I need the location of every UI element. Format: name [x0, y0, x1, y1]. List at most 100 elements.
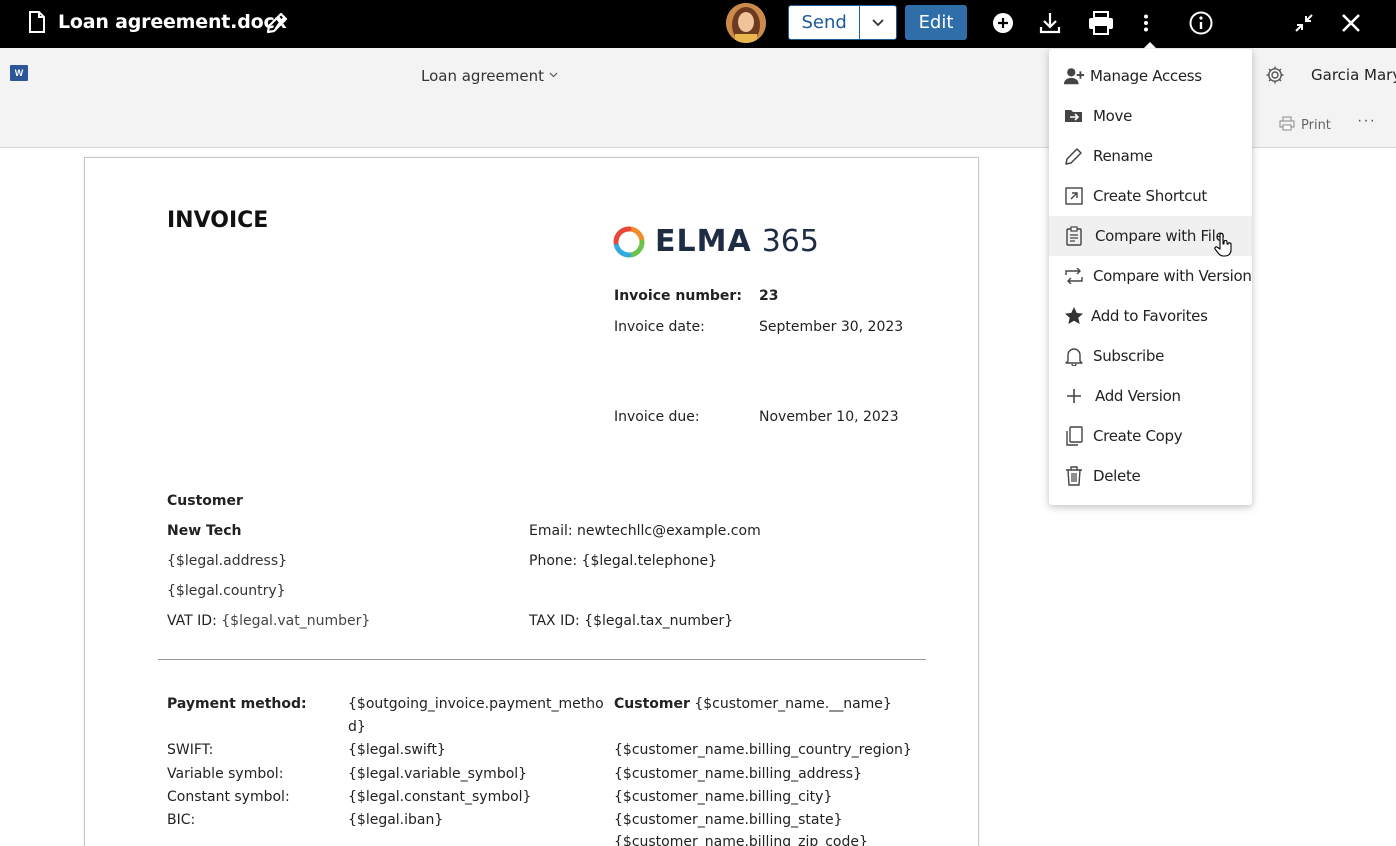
download-icon[interactable]: [1036, 9, 1064, 37]
invoice-date-label: Invoice date:: [614, 319, 705, 335]
menu-item-label: Add to Favorites: [1091, 307, 1208, 325]
menu-item-label: Manage Access: [1090, 67, 1202, 85]
gear-icon[interactable]: [1265, 65, 1285, 90]
variable-symbol-label: Variable symbol:: [167, 766, 284, 782]
billing-state: {$customer_name.billing_state}: [614, 812, 843, 828]
menu-item-compare-with-version[interactable]: Compare with Version: [1049, 256, 1252, 296]
menu-item-label: Compare with Version: [1093, 267, 1252, 285]
billing-city: {$customer_name.billing_city}: [614, 789, 833, 805]
plus-icon: [1063, 386, 1085, 406]
billing-zip: {$customer_name.billing_zip_code}: [614, 834, 868, 846]
menu-item-move[interactable]: Move: [1049, 96, 1252, 136]
pencil-icon: [1063, 146, 1085, 166]
invoice-date-value: September 30, 2023: [759, 319, 904, 335]
print-label: Print: [1301, 118, 1331, 133]
add-circle-icon[interactable]: [989, 9, 1017, 37]
payment-method-value-line2: d}: [348, 719, 366, 735]
bell-icon: [1063, 346, 1085, 366]
collapse-icon[interactable]: [1290, 9, 1318, 37]
menu-item-create-copy[interactable]: Create Copy: [1049, 416, 1252, 456]
menu-item-label: Rename: [1093, 147, 1153, 165]
print-button[interactable]: Print: [1279, 116, 1331, 135]
menu-item-create-shortcut[interactable]: Create Shortcut: [1049, 176, 1252, 216]
invoice-due-label: Invoice due:: [614, 409, 700, 425]
chevron-down-icon: [549, 67, 558, 85]
file-title: Loan agreement.docx: [58, 11, 287, 33]
invoice-number-value: 23: [759, 288, 779, 304]
word-logo-icon: W: [10, 65, 28, 81]
document-icon: [28, 11, 46, 38]
bic-label: BIC:: [167, 812, 196, 828]
menu-item-rename[interactable]: Rename: [1049, 136, 1252, 176]
rename-pencil-icon[interactable]: [264, 10, 290, 41]
document-name-label: Loan agreement: [421, 67, 544, 85]
menu-item-add-to-favorites[interactable]: Add to Favorites: [1049, 296, 1252, 336]
customer-tax-id: TAX ID: {$legal.tax_number}: [529, 613, 734, 629]
send-button-group: Send: [788, 5, 897, 40]
menu-item-label: Create Shortcut: [1093, 187, 1207, 205]
compare-arrows-icon: [1063, 266, 1085, 286]
menu-item-subscribe[interactable]: Subscribe: [1049, 336, 1252, 376]
menu-item-label: Compare with File: [1095, 227, 1225, 245]
more-options-button[interactable]: ···: [1357, 112, 1376, 130]
info-icon[interactable]: [1187, 9, 1215, 37]
payment-method-value-line1: {$outgoing_invoice.payment_metho: [348, 696, 604, 712]
elma-logo: ELMA 365: [613, 224, 819, 259]
menu-item-label: Create Copy: [1093, 427, 1183, 445]
billing-country: {$customer_name.billing_country_region}: [614, 742, 912, 758]
send-dropdown-button[interactable]: [860, 6, 896, 39]
close-icon[interactable]: [1337, 9, 1365, 37]
vat-value: {$legal.vat_number}: [221, 613, 371, 629]
hand-cursor-icon: [1214, 233, 1232, 262]
vat-label: VAT ID:: [167, 613, 217, 629]
customer-heading: Customer: [167, 493, 243, 509]
customer-address: {$legal.address}: [167, 553, 288, 569]
billing-customer-value: {$customer_name.__name}: [694, 696, 892, 712]
clipboard-icon: [1063, 226, 1085, 246]
billing-address: {$customer_name.billing_address}: [614, 766, 863, 782]
move-folder-icon: [1063, 106, 1085, 126]
copy-icon: [1063, 426, 1085, 446]
elma-logo-icon: [613, 226, 645, 257]
constant-symbol-label: Constant symbol:: [167, 789, 290, 805]
customer-name: New Tech: [167, 523, 242, 539]
menu-item-label: Add Version: [1095, 387, 1181, 405]
constant-symbol-value: {$legal.constant_symbol}: [348, 789, 532, 805]
top-bar: Loan agreement.docx Send Edit: [0, 0, 1396, 48]
send-button[interactable]: Send: [789, 6, 861, 39]
user-avatar[interactable]: [726, 3, 766, 43]
customer-country: {$legal.country}: [167, 583, 286, 599]
invoice-heading: INVOICE: [167, 208, 269, 233]
printer-icon: [1279, 116, 1295, 135]
invoice-number-label: Invoice number:: [614, 288, 742, 304]
customer-phone: Phone: {$legal.telephone}: [529, 553, 717, 569]
menu-item-delete[interactable]: Delete: [1049, 456, 1252, 496]
document-name-dropdown[interactable]: Loan agreement: [421, 67, 558, 85]
user-name[interactable]: Garcia Mary: [1311, 66, 1396, 84]
file-actions-menu: Manage Access Move Rename Create Shortcu…: [1049, 49, 1252, 505]
bic-value: {$legal.iban}: [348, 812, 444, 828]
edit-button[interactable]: Edit: [905, 5, 967, 40]
star-icon: [1063, 306, 1085, 326]
menu-item-label: Delete: [1093, 467, 1141, 485]
customer-email: Email: newtechllc@example.com: [529, 523, 761, 539]
menu-item-label: Subscribe: [1093, 347, 1164, 365]
menu-item-manage-access[interactable]: Manage Access: [1049, 56, 1252, 96]
logo-number: 365: [761, 224, 819, 259]
menu-item-label: Move: [1093, 107, 1133, 125]
shortcut-icon: [1063, 186, 1085, 206]
swift-label: SWIFT:: [167, 742, 214, 758]
variable-symbol-value: {$legal.variable_symbol}: [348, 766, 528, 782]
printer-icon[interactable]: [1087, 9, 1115, 37]
swift-value: {$legal.swift}: [348, 742, 446, 758]
invoice-due-value: November 10, 2023: [759, 409, 899, 425]
section-divider: [158, 659, 926, 660]
more-vertical-icon[interactable]: [1132, 9, 1160, 37]
chevron-down-icon: [872, 14, 884, 32]
trash-icon: [1063, 466, 1085, 486]
logo-text: ELMA: [655, 224, 752, 259]
menu-item-add-version[interactable]: Add Version: [1049, 376, 1252, 416]
document-page: INVOICE ELMA 365 Invoice number: 23 Invo…: [84, 157, 979, 846]
payment-method-label: Payment method:: [167, 696, 307, 712]
billing-customer-label: Customer: [614, 696, 690, 712]
